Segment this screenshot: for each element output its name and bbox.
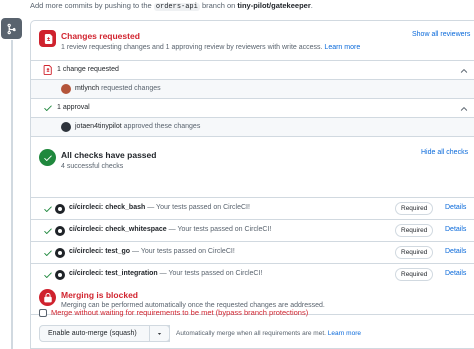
review-summary: 1 review requesting changes and 1 approv… [61,44,323,51]
changes-requested-subtitle: 1 review requesting changes and 1 approv… [61,44,360,51]
approver-name[interactable]: jotaen4tinypilot [75,123,122,130]
file-diff-icon [39,30,56,47]
check-icon [44,206,52,212]
circleci-icon [55,204,65,214]
repo-name: tiny-pilot/gatekeeper [237,1,311,10]
approver-row: jotaen4tinypilot approved these changes [31,118,474,137]
check-icon [44,272,52,278]
auto-merge-learn-more[interactable]: Learn more [328,330,361,337]
chevron-up-icon[interactable] [459,66,469,76]
details-link[interactable]: Details [445,204,466,211]
chevron-up-icon[interactable] [459,104,469,114]
hide-all-checks-link[interactable]: Hide all checks [421,149,468,156]
details-link[interactable]: Details [445,248,466,255]
file-diff-icon [43,65,52,75]
show-all-reviewers-link[interactable]: Show all reviewers [412,31,470,38]
check-row: ci/circleci: check_whitespace — Your tes… [31,219,474,241]
check-desc: — Your tests passed on CircleCI! [147,204,250,211]
required-badge: Required [395,202,434,215]
avatar [61,84,71,94]
checks-section: All checks have passed 4 successful chec… [31,137,474,315]
check-desc: — Your tests passed on CircleCI! [168,226,272,233]
approval-group[interactable]: 1 approval [31,99,474,118]
reviewer-name[interactable]: mtlynch [75,85,99,92]
check-text: ci/circleci: check_bash — Your tests pas… [69,204,250,211]
check-row: ci/circleci: check_bash — Your tests pas… [31,197,474,219]
check-desc: — Your tests passed on CircleCI! [132,248,235,255]
details-link[interactable]: Details [445,270,466,277]
timeline-rail [11,40,13,349]
checks-title: All checks have passed [61,150,157,160]
auto-merge-note-text: Automatically merge when all requirement… [176,330,326,337]
reviewer-action: requested changes [101,85,161,92]
push-hint-prefix: Add more commits by pushing to the [30,1,152,10]
check-text: ci/circleci: test_integration — Your tes… [69,270,262,277]
auto-merge-note: Automatically merge when all requirement… [176,330,361,337]
chevron-down-icon [157,333,162,335]
check-icon [44,105,52,111]
push-hint-middle: branch on [201,1,236,10]
check-icon [44,250,52,256]
bypass-label[interactable]: Merge without waiting for requirements t… [51,308,308,317]
changes-requested-title: Changes requested [61,31,140,41]
branch-name: orders-api [153,3,200,11]
required-badge: Required [395,224,434,237]
circleci-icon [55,270,65,280]
change-requested-label: 1 change requested [57,66,119,73]
circleci-icon [55,226,65,236]
learn-more-link[interactable]: Learn more [324,44,360,51]
required-badge: Required [395,246,434,259]
approver-action: approved these changes [123,123,201,130]
push-hint-suffix: . [310,1,313,10]
enable-auto-merge-label: Enable auto-merge (squash) [48,330,137,337]
check-icon [39,149,56,166]
check-name: ci/circleci: check_whitespace [69,226,167,233]
required-badge: Required [395,268,434,281]
checks-subtitle: 4 successful checks [61,163,124,170]
check-text: ci/circleci: test_go — Your tests passed… [69,248,235,255]
check-row: ci/circleci: test_integration — Your tes… [31,263,474,285]
change-requested-group[interactable]: 1 change requested [31,61,474,80]
blocked-icon [39,289,56,306]
avatar [61,122,71,132]
check-name: ci/circleci: test_integration [69,270,158,277]
check-text: ci/circleci: check_whitespace — Your tes… [69,226,271,233]
check-row: ci/circleci: test_go — Your tests passed… [31,241,474,263]
check-name: ci/circleci: check_bash [69,204,146,211]
bypass-option: Merge without waiting for requirements t… [39,308,308,317]
details-link[interactable]: Details [445,226,466,233]
reviewer-entry: mtlynch requested changes [75,85,161,92]
bypass-checkbox[interactable] [39,308,47,317]
circleci-icon [55,248,65,258]
merge-box: Changes requested 1 review requesting ch… [30,20,474,349]
approver-entry: jotaen4tinypilot approved these changes [75,123,200,130]
merge-blocked-title: Merging is blocked [61,290,138,300]
push-hint: Add more commits by pushing to the order… [30,1,313,11]
reviewer-row: mtlynch requested changes [31,80,474,99]
approval-label: 1 approval [57,104,90,111]
auto-merge-dropdown[interactable] [149,325,170,342]
changes-requested-section: Changes requested 1 review requesting ch… [31,21,474,61]
check-name: ci/circleci: test_go [69,248,131,255]
check-desc: — Your tests passed on CircleCI! [159,270,263,277]
check-icon [44,228,52,234]
git-merge-icon [1,18,22,39]
